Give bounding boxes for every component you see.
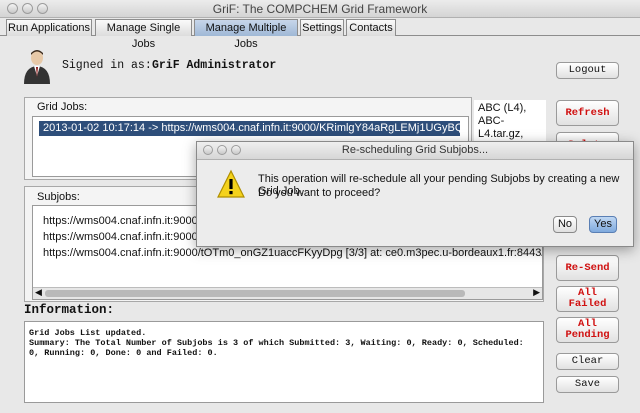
signed-in-label: Signed in as: [62,59,152,72]
dialog-message-line2: Do you want to proceed? [258,187,381,199]
tab-contacts[interactable]: Contacts [346,19,396,36]
yes-button[interactable]: Yes [589,216,617,233]
refresh-button[interactable]: Refresh [556,100,619,126]
list-item[interactable]: https://wms004.cnaf.infn.it:9000/tOTm0_o… [43,247,542,259]
tab-manage-single-jobs[interactable]: Manage Single Jobs [95,19,192,50]
signed-in-username: GriF Administrator [152,59,277,72]
save-button[interactable]: Save [556,376,619,393]
window-title: GriF: The COMPCHEM Grid Framework [212,2,428,16]
scrollbar-thumb[interactable] [45,290,465,297]
information-label: Information: [24,303,115,317]
scroll-left-icon[interactable]: ◀ [35,287,42,298]
tab-bar: Run Applications Manage Single Jobs Mana… [0,18,640,50]
all-pending-button[interactable]: All Pending [556,317,619,343]
grid-job-row-selected[interactable]: 2013-01-02 10:17:14 -> https://wms004.cn… [39,121,460,136]
no-button[interactable]: No [553,216,577,233]
resend-button[interactable]: Re-Send [556,255,619,281]
dialog-titlebar: Re-scheduling Grid Subjobs... [197,142,633,160]
reschedule-dialog: Re-scheduling Grid Subjobs... This opera… [196,141,634,247]
subjobs-horizontal-scrollbar[interactable]: ◀ ▶ [33,287,542,299]
scroll-right-icon[interactable]: ▶ [533,287,540,298]
logout-button[interactable]: Logout [556,62,619,79]
window-titlebar: GriF: The COMPCHEM Grid Framework [0,0,640,18]
all-failed-button[interactable]: All Failed [556,286,619,312]
dialog-title: Re-scheduling Grid Subjobs... [341,144,489,156]
user-avatar-icon [22,48,52,84]
log-line: Grid Jobs List updated. [29,328,147,338]
information-log: Grid Jobs List updated. Summary: The Tot… [24,321,544,403]
log-line: Summary: The Total Number of Subjobs is … [29,338,524,348]
tab-run-applications[interactable]: Run Applications [6,19,92,36]
log-line: 0, Running: 0, Done: 0 and Failed: 0. [29,348,218,358]
clear-button[interactable]: Clear [556,353,619,370]
list-item[interactable]: https://wms004.cnaf.infn.it:9000/ej [43,231,209,243]
tab-manage-multiple-jobs[interactable]: Manage Multiple Jobs [194,19,298,50]
list-item[interactable]: https://wms004.cnaf.infn.it:9000/ed [43,215,213,227]
grid-jobs-label: Grid Jobs: [37,101,88,113]
subjobs-label: Subjobs: [37,191,80,203]
warning-icon [217,169,245,202]
tab-settings[interactable]: Settings [300,19,344,36]
